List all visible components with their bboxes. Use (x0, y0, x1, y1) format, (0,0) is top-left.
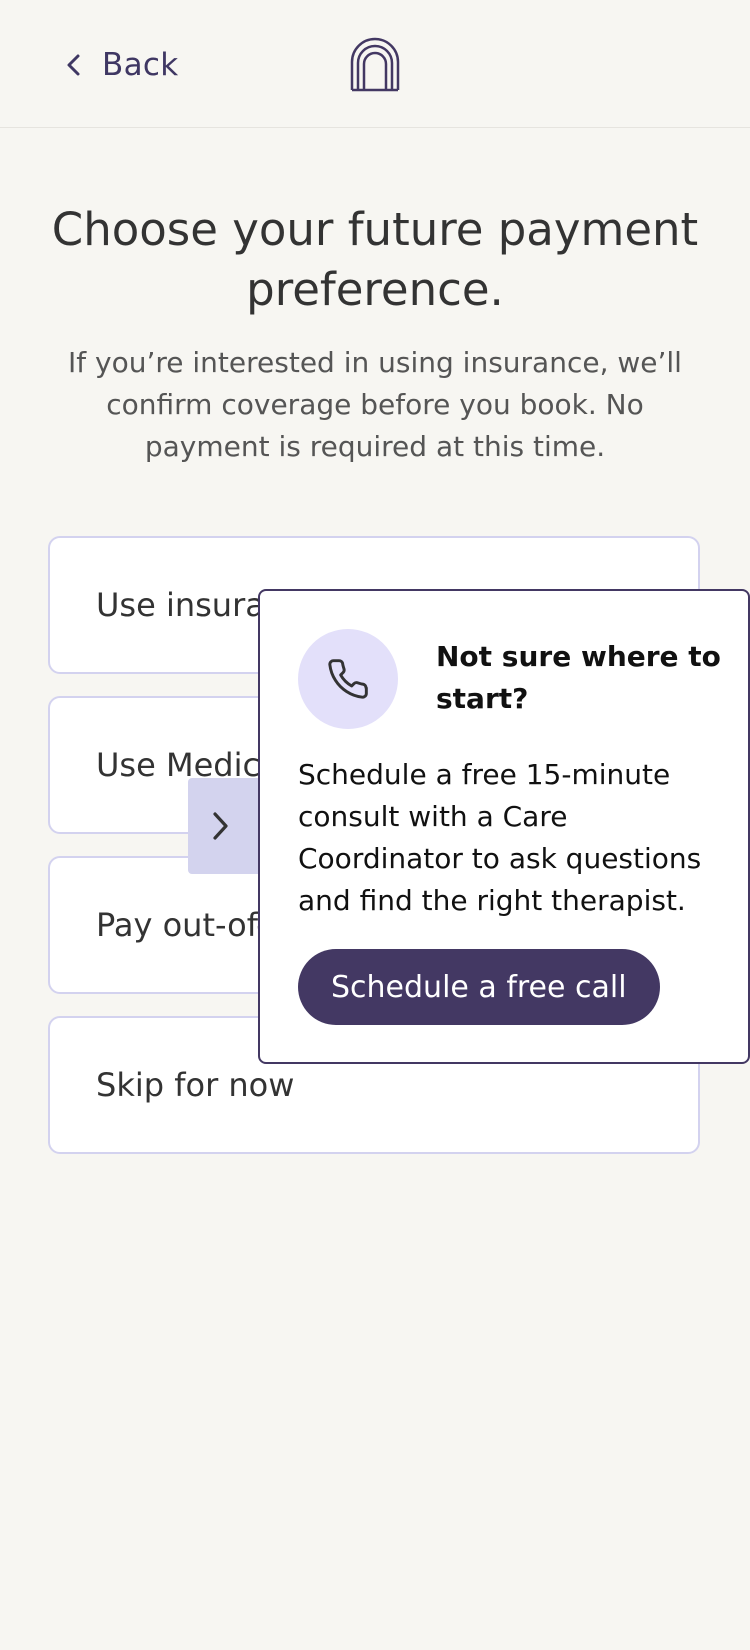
phone-icon (298, 629, 398, 729)
back-button[interactable]: Back (60, 40, 178, 90)
top-bar: Back (0, 0, 750, 128)
page-subtitle: If you’re interested in using insurance,… (68, 346, 682, 463)
tooltip-body: Schedule a free 15-minute consult with a… (298, 758, 702, 917)
tooltip-title: Not sure where to start? (436, 640, 721, 715)
help-tooltip: Not sure where to start? Schedule a free… (258, 589, 750, 1064)
chevron-right-icon (188, 778, 260, 874)
arch-logo-icon (348, 36, 402, 92)
schedule-call-button[interactable]: Schedule a free call (298, 949, 660, 1025)
chevron-left-icon (60, 51, 88, 79)
page-title: Choose your future payment preference. (51, 203, 699, 316)
back-label: Back (102, 47, 179, 83)
